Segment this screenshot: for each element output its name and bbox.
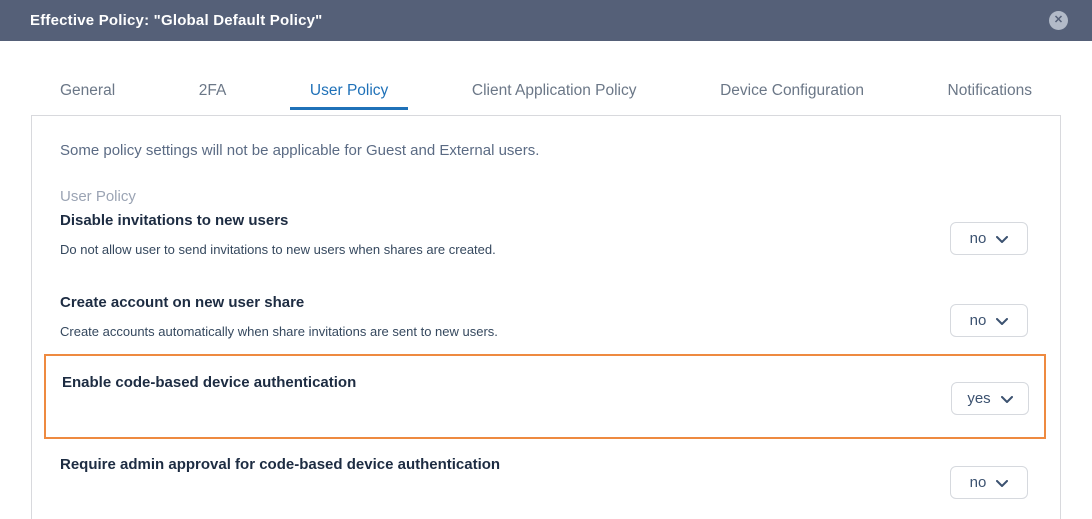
section-label-user-policy: User Policy [60, 188, 1060, 205]
create-account-select[interactable]: no [950, 304, 1028, 337]
enable-code-auth-select[interactable]: yes [951, 382, 1029, 415]
user-policy-panel: Some policy settings will not be applica… [31, 115, 1061, 519]
policy-tab-bar: General 2FA User Policy Client Applicati… [40, 82, 1052, 110]
setting-title: Require admin approval for code-based de… [60, 456, 920, 473]
tab-device-configuration[interactable]: Device Configuration [700, 82, 884, 110]
tab-notifications[interactable]: Notifications [928, 82, 1052, 110]
chevron-down-icon [1001, 396, 1013, 404]
setting-title: Create account on new user share [60, 294, 920, 311]
effective-policy-modal: Effective Policy: "Global Default Policy… [0, 0, 1092, 519]
setting-row-enable-code-auth: Enable code-based device authentication … [44, 354, 1046, 439]
setting-title: Enable code-based device authentication [62, 374, 904, 391]
selected-value: no [970, 312, 987, 329]
tab-user-policy[interactable]: User Policy [290, 82, 408, 110]
tab-2fa[interactable]: 2FA [179, 82, 247, 110]
require-admin-approval-select[interactable]: no [950, 466, 1028, 499]
setting-title: Disable invitations to new users [60, 212, 920, 229]
chevron-down-icon [996, 318, 1008, 326]
selected-value: no [970, 474, 987, 491]
policy-notice: Some policy settings will not be applica… [60, 142, 1060, 159]
chevron-down-icon [996, 236, 1008, 244]
setting-description: Do not allow user to send invitations to… [60, 242, 920, 257]
tab-general[interactable]: General [40, 82, 135, 110]
selected-value: no [970, 230, 987, 247]
setting-row-create-account: Create account on new user share Create … [60, 294, 1060, 339]
modal-titlebar: Effective Policy: "Global Default Policy… [0, 0, 1092, 41]
chevron-down-icon [996, 480, 1008, 488]
close-icon[interactable]: ✕ [1049, 11, 1068, 30]
tab-client-application-policy[interactable]: Client Application Policy [452, 82, 657, 110]
setting-row-require-admin-approval: Require admin approval for code-based de… [60, 456, 1060, 473]
modal-title: Effective Policy: "Global Default Policy… [30, 12, 323, 29]
setting-description: Create accounts automatically when share… [60, 324, 920, 339]
setting-row-disable-invitations: Disable invitations to new users Do not … [60, 212, 1060, 257]
selected-value: yes [967, 390, 990, 407]
disable-invitations-select[interactable]: no [950, 222, 1028, 255]
